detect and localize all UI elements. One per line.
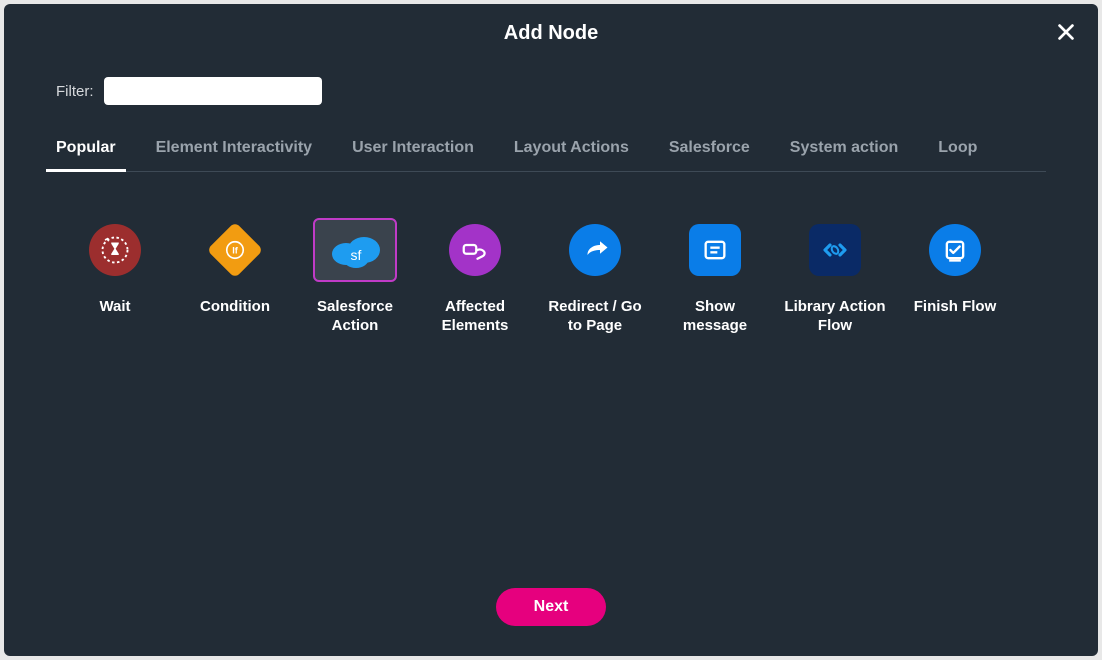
node-affected-elements[interactable]: Affected Elements [424, 218, 526, 336]
tab-salesforce[interactable]: Salesforce [669, 139, 750, 171]
node-icon-wrap: sf [313, 218, 397, 282]
node-label: Affected Elements [424, 298, 526, 336]
node-library-action-flow[interactable]: Library Action Flow [784, 218, 886, 336]
node-icon-wrap [553, 218, 637, 282]
node-label: Library Action Flow [784, 298, 886, 336]
tab-system-action[interactable]: System action [790, 139, 898, 171]
sf-cloud-icon: sf [326, 230, 384, 270]
node-icon-wrap [433, 218, 517, 282]
node-salesforce-action[interactable]: sf Salesforce Action [304, 218, 406, 336]
node-label: Condition [200, 298, 270, 317]
node-label: Wait [99, 298, 130, 317]
node-icon-wrap [793, 218, 877, 282]
close-icon [1055, 21, 1077, 43]
checkbox-icon [929, 224, 981, 276]
modal-footer: Next [4, 588, 1098, 656]
node-show-message[interactable]: Show message [664, 218, 766, 336]
arrow-share-icon [569, 224, 621, 276]
filter-row: Filter: [4, 45, 1098, 105]
category-tabs: Popular Element Interactivity User Inter… [56, 139, 1046, 172]
node-finish-flow[interactable]: Finish Flow [904, 218, 1006, 336]
tab-popular[interactable]: Popular [56, 139, 116, 171]
node-label: Finish Flow [914, 298, 997, 317]
node-label: Salesforce Action [304, 298, 406, 336]
add-node-modal: Add Node Filter: Popular Element Interac… [4, 4, 1098, 656]
if-icon: If [207, 222, 264, 279]
modal-title: Add Node [4, 22, 1098, 45]
hourglass-icon [89, 224, 141, 276]
nodes-grid: Wait If Condition sf [4, 172, 1098, 336]
filter-label: Filter: [56, 83, 94, 100]
node-label: Redirect / Go to Page [544, 298, 646, 336]
tab-layout-actions[interactable]: Layout Actions [514, 139, 629, 171]
tab-user-interaction[interactable]: User Interaction [352, 139, 474, 171]
close-button[interactable] [1052, 18, 1080, 46]
tab-loop[interactable]: Loop [938, 139, 977, 171]
filter-input[interactable] [104, 77, 322, 105]
modal-header: Add Node [4, 4, 1098, 45]
code-sync-icon [809, 224, 861, 276]
node-icon-wrap: If [193, 218, 277, 282]
hand-icon [449, 224, 501, 276]
next-button[interactable]: Next [496, 588, 607, 626]
node-redirect[interactable]: Redirect / Go to Page [544, 218, 646, 336]
node-condition[interactable]: If Condition [184, 218, 286, 336]
svg-text:If: If [232, 246, 239, 256]
tab-element-interactivity[interactable]: Element Interactivity [156, 139, 313, 171]
node-icon-wrap [673, 218, 757, 282]
node-icon-wrap [913, 218, 997, 282]
node-wait[interactable]: Wait [64, 218, 166, 336]
svg-text:sf: sf [351, 247, 362, 263]
message-icon [689, 224, 741, 276]
node-icon-wrap [73, 218, 157, 282]
node-label: Show message [664, 298, 766, 336]
